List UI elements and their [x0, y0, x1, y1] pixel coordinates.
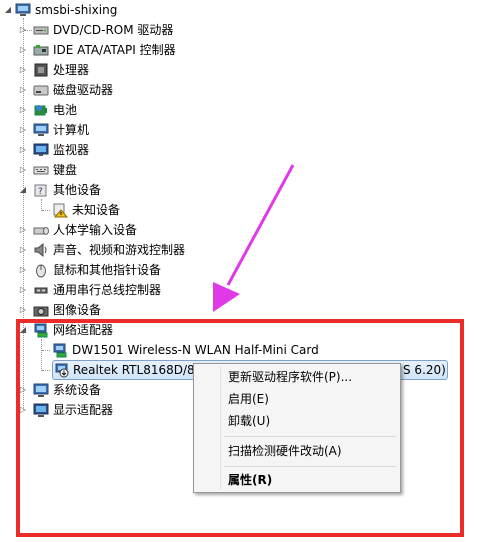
- context-menu: 更新驱动程序软件(P)... 启用(E) 卸载(U) 扫描检测硬件改动(A) 属…: [193, 363, 401, 493]
- menu-item-uninstall[interactable]: 卸载(U): [228, 410, 270, 432]
- menu-separator: [224, 436, 396, 437]
- menu-item-update-driver[interactable]: 更新驱动程序软件(P)...: [228, 366, 352, 388]
- menu-item-enable[interactable]: 启用(E): [228, 388, 269, 410]
- menu-item-scan-hardware[interactable]: 扫描检测硬件改动(A): [228, 440, 342, 462]
- menu-item-properties[interactable]: 属性(R): [228, 469, 272, 491]
- menu-separator: [224, 466, 396, 467]
